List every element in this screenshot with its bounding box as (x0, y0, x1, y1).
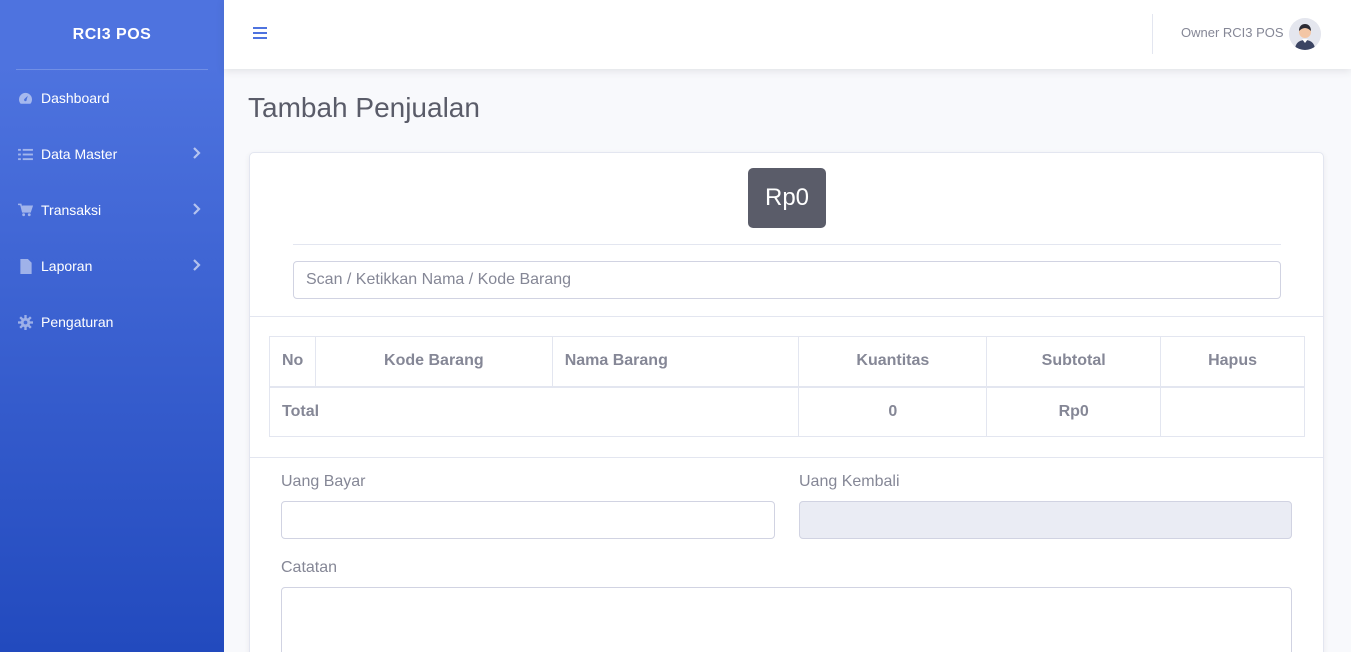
list-icon (18, 147, 33, 162)
sidebar-item-label: Dashboard (41, 90, 110, 106)
sidebar-item-pengaturan[interactable]: Pengaturan (0, 294, 224, 350)
col-header-hapus: Hapus (1160, 336, 1305, 388)
sale-card: Rp0 No Kode Barang Nama Barang Kuantitas… (249, 152, 1324, 652)
divider (250, 316, 1323, 317)
cart-icon (18, 203, 33, 218)
grand-total-badge: Rp0 (748, 168, 826, 228)
sidebar: RCI3 POS Dashboard Data Master Transaksi… (0, 0, 224, 652)
table-header-row: No Kode Barang Nama Barang Kuantitas Sub… (269, 336, 1305, 388)
page-title: Tambah Penjualan (248, 92, 480, 123)
total-quantity: 0 (798, 386, 988, 437)
sidebar-item-dashboard[interactable]: Dashboard (0, 70, 224, 126)
paid-input[interactable] (281, 501, 775, 539)
table-total-row: Total 0 Rp0 (268, 386, 1305, 437)
hamburger-icon[interactable] (252, 24, 268, 42)
sidebar-item-label: Laporan (41, 258, 93, 274)
sidebar-item-laporan[interactable]: Laporan (0, 238, 224, 294)
sidebar-item-data-master[interactable]: Data Master (0, 126, 224, 182)
change-input (799, 501, 1292, 539)
col-header-subtotal: Subtotal (986, 336, 1162, 388)
user-name[interactable]: Owner RCI3 POS (1181, 25, 1284, 40)
tachometer-icon (18, 91, 33, 106)
col-header-nama-barang: Nama Barang (551, 336, 800, 388)
col-header-kuantitas: Kuantitas (798, 336, 988, 388)
total-subtotal: Rp0 (986, 386, 1162, 437)
avatar[interactable] (1289, 18, 1321, 50)
topbar-divider (1152, 14, 1153, 54)
chevron-right-icon (193, 203, 201, 215)
col-header-no: No (269, 336, 316, 388)
items-table: No Kode Barang Nama Barang Kuantitas Sub… (268, 336, 1305, 437)
sidebar-item-transaksi[interactable]: Transaksi (0, 182, 224, 238)
notes-label: Catatan (281, 559, 338, 576)
paid-label: Uang Bayar (281, 473, 366, 490)
sidebar-item-label: Data Master (41, 146, 118, 162)
topbar: Owner RCI3 POS (224, 0, 1351, 69)
total-label: Total (268, 386, 800, 437)
chevron-right-icon (193, 259, 201, 271)
file-icon (18, 258, 33, 274)
change-label: Uang Kembali (799, 473, 900, 490)
sidebar-item-label: Pengaturan (41, 314, 114, 330)
divider (293, 244, 1281, 245)
notes-textarea[interactable] (281, 587, 1292, 652)
gear-icon (18, 314, 33, 330)
brand-logo[interactable]: RCI3 POS (0, 0, 224, 69)
sidebar-item-label: Transaksi (41, 202, 102, 218)
chevron-right-icon (193, 147, 201, 159)
col-header-kode-barang: Kode Barang (314, 336, 553, 388)
total-empty-cell (1160, 386, 1305, 437)
scan-input[interactable] (293, 261, 1281, 299)
divider (250, 457, 1323, 458)
